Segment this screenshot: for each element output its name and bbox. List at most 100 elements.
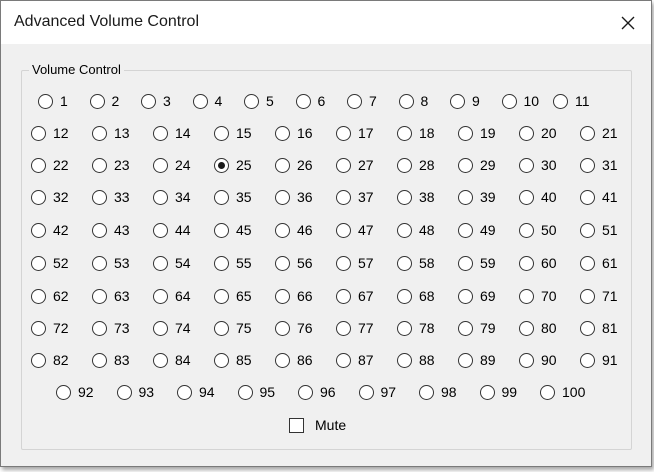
volume-radio-34[interactable]: 34 bbox=[153, 188, 191, 206]
volume-radio-68[interactable]: 68 bbox=[397, 287, 435, 305]
radio-circle[interactable] bbox=[214, 288, 229, 304]
volume-radio-79[interactable]: 79 bbox=[458, 319, 496, 337]
radio-circle[interactable] bbox=[177, 384, 192, 400]
volume-radio-4[interactable]: 4 bbox=[192, 92, 222, 110]
close-button[interactable] bbox=[605, 1, 651, 44]
radio-circle[interactable] bbox=[153, 157, 168, 173]
radio-circle[interactable] bbox=[519, 189, 534, 205]
volume-radio-74[interactable]: 74 bbox=[153, 319, 191, 337]
volume-radio-21[interactable]: 21 bbox=[580, 124, 618, 142]
radio-circle[interactable] bbox=[295, 93, 311, 109]
radio-circle[interactable] bbox=[347, 93, 362, 109]
mute-checkbox[interactable]: Mute bbox=[289, 417, 346, 433]
volume-radio-98[interactable]: 98 bbox=[419, 383, 457, 401]
volume-radio-11[interactable]: 11 bbox=[553, 92, 590, 110]
radio-circle[interactable] bbox=[397, 157, 412, 173]
radio-circle[interactable] bbox=[519, 157, 534, 173]
radio-circle[interactable] bbox=[275, 125, 290, 141]
radio-circle[interactable] bbox=[458, 320, 473, 336]
volume-radio-1[interactable]: 1 bbox=[38, 92, 68, 110]
volume-radio-89[interactable]: 89 bbox=[458, 351, 496, 369]
radio-circle[interactable] bbox=[214, 222, 229, 238]
volume-radio-31[interactable]: 31 bbox=[580, 156, 618, 174]
radio-circle[interactable] bbox=[141, 93, 156, 109]
radio-circle[interactable] bbox=[419, 384, 434, 400]
radio-circle[interactable] bbox=[397, 288, 412, 304]
volume-radio-17[interactable]: 17 bbox=[336, 124, 374, 142]
radio-circle[interactable] bbox=[38, 93, 53, 109]
radio-circle[interactable] bbox=[214, 189, 229, 205]
radio-circle[interactable] bbox=[31, 255, 46, 271]
volume-radio-7[interactable]: 7 bbox=[347, 92, 377, 110]
radio-circle[interactable] bbox=[275, 255, 290, 271]
volume-radio-38[interactable]: 38 bbox=[397, 188, 435, 206]
volume-radio-6[interactable]: 6 bbox=[295, 92, 325, 110]
radio-circle[interactable] bbox=[56, 384, 71, 400]
volume-radio-53[interactable]: 53 bbox=[92, 254, 130, 272]
volume-radio-40[interactable]: 40 bbox=[519, 188, 557, 206]
volume-radio-95[interactable]: 95 bbox=[237, 383, 275, 401]
radio-circle[interactable] bbox=[92, 352, 107, 368]
volume-radio-32[interactable]: 32 bbox=[31, 188, 69, 206]
volume-radio-91[interactable]: 91 bbox=[580, 351, 618, 369]
radio-circle[interactable] bbox=[92, 125, 107, 141]
radio-circle[interactable] bbox=[458, 157, 473, 173]
volume-radio-13[interactable]: 13 bbox=[92, 124, 130, 142]
volume-radio-51[interactable]: 51 bbox=[580, 221, 618, 239]
radio-circle[interactable] bbox=[153, 352, 168, 368]
volume-radio-60[interactable]: 60 bbox=[519, 254, 557, 272]
volume-radio-78[interactable]: 78 bbox=[397, 319, 435, 337]
volume-radio-2[interactable]: 2 bbox=[89, 92, 119, 110]
radio-circle[interactable] bbox=[92, 288, 107, 304]
radio-circle[interactable] bbox=[397, 320, 412, 336]
mute-checkbox-box[interactable] bbox=[289, 417, 304, 433]
volume-radio-9[interactable]: 9 bbox=[450, 92, 480, 110]
radio-circle[interactable] bbox=[336, 320, 351, 336]
radio-circle[interactable] bbox=[275, 189, 290, 205]
volume-radio-15[interactable]: 15 bbox=[214, 124, 252, 142]
radio-circle[interactable] bbox=[92, 222, 107, 238]
radio-circle[interactable] bbox=[458, 288, 473, 304]
radio-circle[interactable] bbox=[398, 93, 414, 109]
radio-circle[interactable] bbox=[336, 157, 351, 173]
volume-radio-77[interactable]: 77 bbox=[336, 319, 374, 337]
radio-circle[interactable] bbox=[458, 125, 473, 141]
volume-radio-59[interactable]: 59 bbox=[458, 254, 496, 272]
volume-radio-49[interactable]: 49 bbox=[458, 221, 496, 239]
volume-radio-19[interactable]: 19 bbox=[458, 124, 496, 142]
radio-circle[interactable] bbox=[397, 352, 412, 368]
volume-radio-63[interactable]: 63 bbox=[92, 287, 130, 305]
radio-circle[interactable] bbox=[92, 255, 107, 271]
radio-circle[interactable] bbox=[275, 352, 290, 368]
volume-radio-24[interactable]: 24 bbox=[153, 156, 191, 174]
volume-radio-55[interactable]: 55 bbox=[214, 254, 252, 272]
volume-radio-43[interactable]: 43 bbox=[92, 221, 130, 239]
volume-radio-73[interactable]: 73 bbox=[92, 319, 130, 337]
volume-radio-35[interactable]: 35 bbox=[214, 188, 252, 206]
volume-radio-29[interactable]: 29 bbox=[458, 156, 496, 174]
radio-circle[interactable] bbox=[519, 320, 534, 336]
radio-circle[interactable] bbox=[31, 352, 46, 368]
radio-circle[interactable] bbox=[336, 125, 351, 141]
radio-circle[interactable] bbox=[540, 384, 555, 400]
volume-radio-33[interactable]: 33 bbox=[92, 188, 130, 206]
volume-radio-37[interactable]: 37 bbox=[336, 188, 374, 206]
volume-radio-86[interactable]: 86 bbox=[275, 351, 313, 369]
radio-circle[interactable] bbox=[397, 189, 412, 205]
volume-radio-71[interactable]: 71 bbox=[580, 287, 618, 305]
volume-radio-42[interactable]: 42 bbox=[31, 221, 69, 239]
radio-circle[interactable] bbox=[89, 93, 105, 109]
radio-circle[interactable] bbox=[214, 320, 229, 336]
volume-radio-46[interactable]: 46 bbox=[275, 221, 313, 239]
volume-radio-69[interactable]: 69 bbox=[458, 287, 496, 305]
radio-circle[interactable] bbox=[450, 93, 465, 109]
volume-radio-22[interactable]: 22 bbox=[31, 156, 69, 174]
volume-radio-3[interactable]: 3 bbox=[141, 92, 171, 110]
radio-circle[interactable] bbox=[397, 255, 412, 271]
volume-radio-93[interactable]: 93 bbox=[116, 383, 154, 401]
radio-circle[interactable] bbox=[31, 320, 46, 336]
radio-circle[interactable] bbox=[519, 222, 534, 238]
volume-radio-27[interactable]: 27 bbox=[336, 156, 374, 174]
radio-circle[interactable] bbox=[336, 255, 351, 271]
volume-radio-5[interactable]: 5 bbox=[244, 92, 274, 110]
